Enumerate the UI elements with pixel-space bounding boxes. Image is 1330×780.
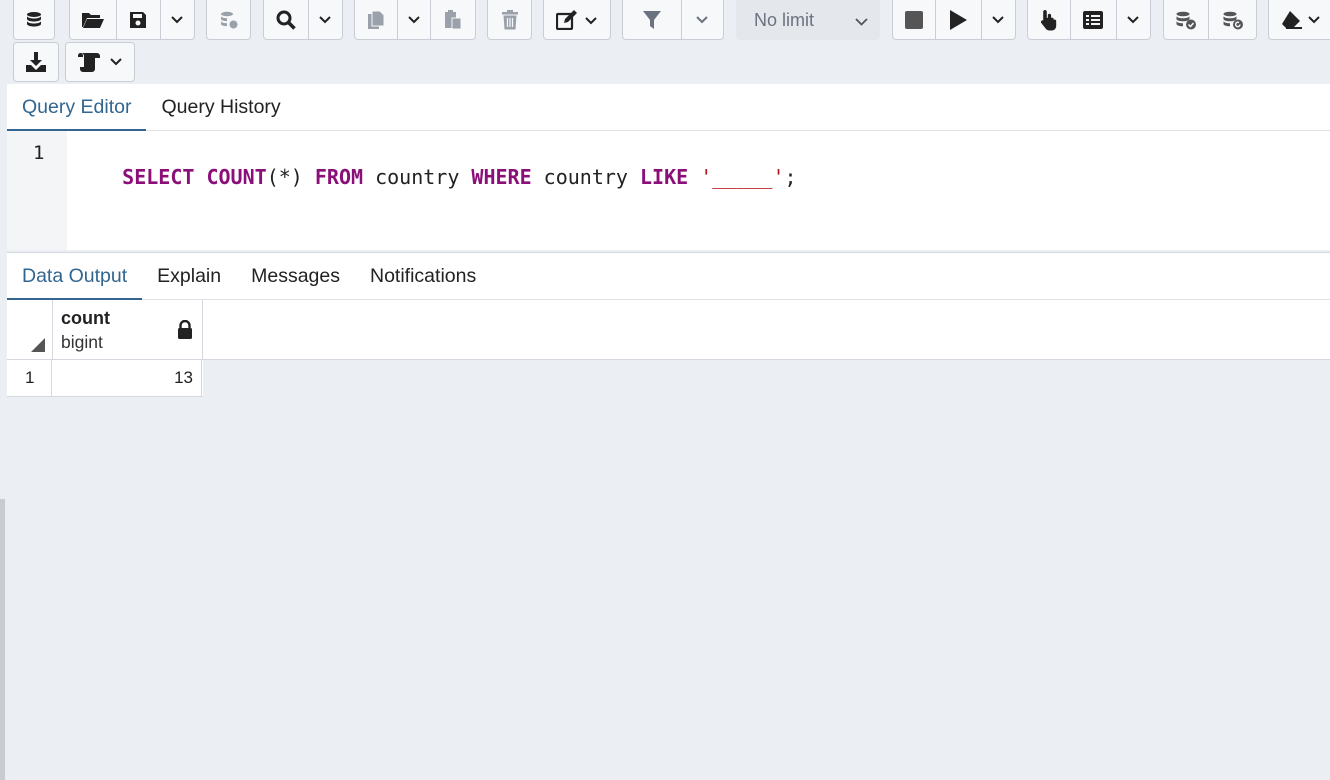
- cell-count[interactable]: 13: [53, 360, 202, 396]
- commit-icon[interactable]: [1164, 0, 1210, 39]
- keyword-token: SELECT: [122, 165, 195, 189]
- folder-open-icon[interactable]: [70, 0, 118, 39]
- function-token: COUNT: [206, 165, 267, 189]
- execute-group: [892, 0, 1016, 40]
- column-header-count[interactable]: count bigint: [53, 300, 203, 359]
- find-menu-chevron-icon[interactable]: [309, 0, 342, 39]
- file-group: [69, 0, 195, 40]
- toolbar: No limit: [0, 0, 1330, 84]
- code-token: (*): [266, 165, 303, 189]
- left-edge: [0, 84, 7, 780]
- filter-group: [622, 0, 724, 40]
- save-icon[interactable]: [117, 0, 161, 39]
- edit-icon[interactable]: [544, 0, 610, 39]
- explain-group: [1027, 0, 1151, 40]
- code-token: country: [531, 165, 640, 189]
- row-number: 1: [7, 360, 52, 396]
- eraser-icon[interactable]: [1269, 0, 1330, 39]
- scroll-icon[interactable]: [66, 43, 134, 81]
- code-token: country: [363, 165, 472, 189]
- filter-menu-chevron-icon[interactable]: [682, 0, 723, 39]
- filter-icon[interactable]: [623, 0, 682, 39]
- rollback-icon[interactable]: [1209, 0, 1256, 39]
- chevron-down-icon: [855, 10, 868, 31]
- list-icon[interactable]: [1071, 0, 1117, 39]
- line-number: 1: [33, 142, 45, 164]
- database-stack-icon[interactable]: [14, 0, 54, 39]
- tab-notifications[interactable]: Notifications: [355, 253, 491, 299]
- trash-icon[interactable]: [488, 0, 531, 39]
- execute-menu-chevron-icon[interactable]: [982, 0, 1015, 39]
- keyword-token: FROM: [314, 165, 364, 189]
- stop-icon[interactable]: [893, 0, 937, 39]
- select-all-icon: [31, 338, 45, 352]
- column-type: bigint: [61, 332, 103, 352]
- paste-icon[interactable]: [431, 0, 475, 39]
- explain-menu-chevron-icon[interactable]: [1117, 0, 1150, 39]
- select-all-corner[interactable]: [7, 300, 53, 359]
- clear-group: [1268, 0, 1330, 40]
- line-gutter: 1: [7, 131, 67, 250]
- transaction-group: [1163, 0, 1257, 40]
- lock-icon: [177, 319, 193, 345]
- find-group: [263, 0, 343, 40]
- search-icon[interactable]: [264, 0, 309, 39]
- tab-query-history[interactable]: Query History: [146, 84, 295, 130]
- clipboard-group: [354, 0, 476, 40]
- sql-editor[interactable]: 1 SELECT COUNT(*) FROM country WHERE cou…: [7, 131, 1330, 250]
- server-group: [206, 0, 251, 40]
- tab-query-editor[interactable]: Query Editor: [7, 84, 147, 132]
- copy-menu-chevron-icon[interactable]: [398, 0, 431, 39]
- column-name: count: [61, 308, 110, 328]
- editor-tabs-panel: Query Editor Query History: [7, 84, 1330, 132]
- panel-resize-handle[interactable]: [0, 499, 5, 780]
- grid-header: count bigint: [7, 300, 1330, 360]
- code-token: ;: [784, 165, 797, 189]
- row-limit-select[interactable]: No limit: [736, 0, 880, 40]
- keyword-token: LIKE: [640, 165, 689, 189]
- object-explorer-group: [13, 0, 55, 40]
- string-token: '_____': [700, 165, 785, 189]
- table-row[interactable]: 1 13: [7, 360, 203, 397]
- play-icon[interactable]: [936, 0, 982, 39]
- row-limit-value: No limit: [754, 9, 815, 30]
- macros-group: [65, 42, 135, 82]
- database-refresh-icon[interactable]: [207, 0, 250, 39]
- editor-tabs: Query Editor Query History: [7, 84, 1330, 132]
- delete-group: [487, 0, 532, 40]
- edit-group: [543, 0, 611, 40]
- tab-data-output[interactable]: Data Output: [7, 253, 143, 301]
- download-group: [13, 42, 59, 82]
- download-icon[interactable]: [14, 43, 58, 81]
- code-line[interactable]: SELECT COUNT(*) FROM country WHERE count…: [74, 141, 797, 213]
- copy-icon[interactable]: [355, 0, 399, 39]
- tab-explain[interactable]: Explain: [142, 253, 236, 299]
- output-tabs: Data Output Explain Messages Notificatio…: [7, 253, 1330, 301]
- tab-messages[interactable]: Messages: [236, 253, 355, 299]
- result-grid: count bigint 1 13: [7, 300, 1330, 397]
- hand-pointer-icon[interactable]: [1028, 0, 1072, 39]
- save-menu-chevron-icon[interactable]: [161, 0, 194, 39]
- output-tabs-panel: Data Output Explain Messages Notificatio…: [7, 252, 1330, 301]
- keyword-token: WHERE: [471, 165, 532, 189]
